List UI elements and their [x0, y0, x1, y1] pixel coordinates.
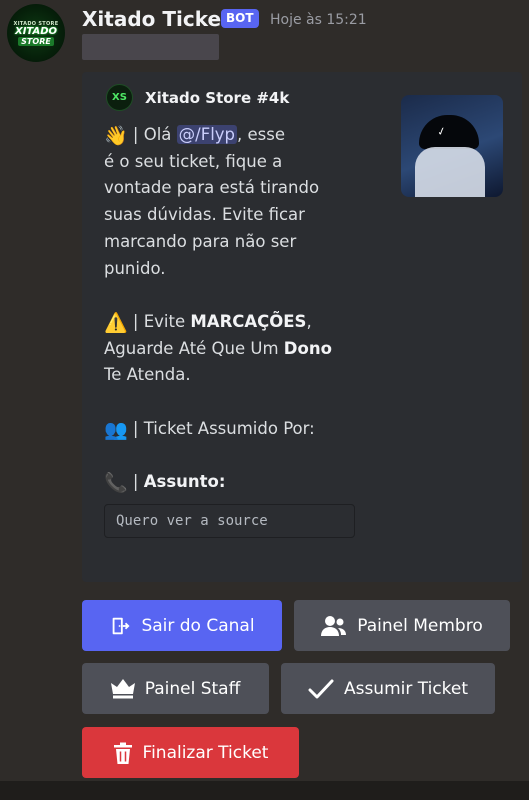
desc-line-4: suas dúvidas. Evite ficar: [104, 205, 305, 225]
member-panel-label: Painel Membro: [357, 615, 483, 636]
cap-shape: [419, 115, 479, 149]
embed-author[interactable]: Xitado Store #4k: [145, 89, 289, 107]
close-ticket-button[interactable]: Finalizar Ticket: [82, 727, 299, 778]
leave-channel-button[interactable]: Sair do Canal: [82, 600, 282, 651]
staff-panel-label: Painel Staff: [144, 678, 241, 699]
person-shape: [415, 147, 485, 197]
embed-thumbnail[interactable]: ✓: [401, 95, 503, 197]
wait-prefix: Aguarde Até Que Um: [104, 338, 284, 358]
subject-label: Assunto:: [143, 472, 226, 492]
avatar-main-text: XITADO: [14, 25, 58, 37]
subject-code-block: Quero ver a source: [104, 504, 355, 538]
users-icon: [321, 615, 347, 636]
bot-username[interactable]: Xitado Ticket: [82, 7, 231, 31]
bot-badge: BOT: [221, 9, 259, 28]
embed-description: 👋 | Olá @/Flyp, esse é o seu ticket, fiq…: [104, 122, 344, 496]
message-timestamp: Hoje às 15:21: [270, 12, 367, 28]
claim-ticket-button[interactable]: Assumir Ticket: [281, 663, 495, 714]
subject-sep: |: [132, 472, 144, 492]
greeting-suffix: , esse: [237, 125, 286, 144]
phone-icon: 📞: [104, 472, 128, 495]
desc-line-5: marcando para não ser: [104, 231, 297, 251]
warn-bold: MARCAÇÕES: [190, 311, 307, 331]
warning-icon: ⚠️: [104, 311, 128, 334]
greeting-prefix: | Olá: [132, 125, 177, 144]
warn-prefix: | Evite: [132, 311, 191, 331]
member-panel-button[interactable]: Painel Membro: [294, 600, 510, 651]
waving-hand-icon: 👋: [104, 125, 128, 147]
embed-author-icon: XS: [106, 84, 133, 111]
wait-line-2: Te Atenda.: [104, 365, 191, 385]
avatar-sub-text: STORE: [18, 36, 54, 46]
desc-line-3: vontade para está tirando: [104, 178, 320, 198]
close-ticket-label: Finalizar Ticket: [142, 742, 269, 763]
bot-avatar[interactable]: XITADO STORE XITADO STORE: [7, 4, 65, 62]
users-icon: 👥: [104, 418, 128, 441]
redacted-content: [82, 34, 219, 60]
warn-suffix: ,: [306, 311, 312, 331]
desc-line-2: é o seu ticket, fique a: [104, 151, 283, 171]
wait-bold: Dono: [283, 338, 332, 358]
user-mention[interactable]: @/Flyp: [176, 125, 238, 144]
bottom-bar: [0, 781, 529, 800]
crown-icon: [110, 678, 135, 698]
assumed-by: | Ticket Assumido Por:: [132, 418, 315, 438]
door-exit-icon: [113, 617, 130, 634]
check-icon: [308, 679, 334, 698]
trash-icon: [113, 742, 132, 764]
ticket-embed: XS Xitado Store #4k ✓ 👋 | Olá @/Flyp, es…: [82, 72, 522, 582]
leave-channel-label: Sair do Canal: [141, 615, 255, 636]
staff-panel-button[interactable]: Painel Staff: [82, 663, 269, 714]
claim-ticket-label: Assumir Ticket: [343, 678, 469, 699]
desc-line-6: punido.: [104, 258, 166, 278]
